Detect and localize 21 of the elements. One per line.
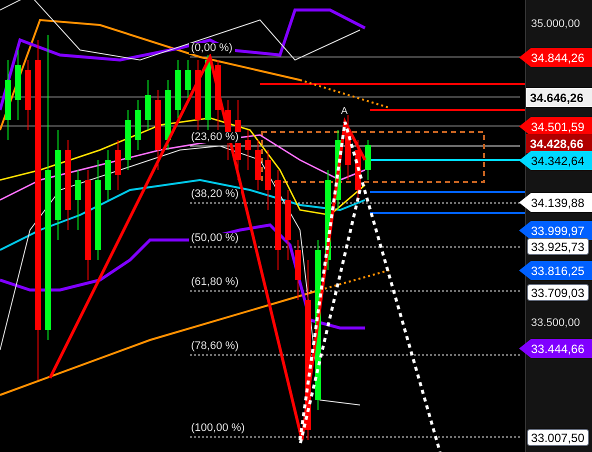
price-tick-label: 33.500,00 xyxy=(531,318,580,329)
fibonacci-label: (38,20 %) xyxy=(189,189,241,200)
price-marker: 34.428,66 xyxy=(526,134,592,153)
fibonacci-label: (23,60 %) xyxy=(189,132,241,143)
peak-label: A xyxy=(341,107,348,117)
price-marker: 33.999,97 xyxy=(519,221,592,240)
price-marker: 34.844,26 xyxy=(519,48,592,67)
fibonacci-label: (78,60 %) xyxy=(189,341,241,352)
price-marker: 33.925,73 xyxy=(527,238,589,255)
fibonacci-label: (100,00 %) xyxy=(189,423,247,434)
price-marker: 33.444,66 xyxy=(519,339,592,358)
price-tick-label: 35.000,00 xyxy=(531,19,580,30)
fibonacci-label: (61,80 %) xyxy=(189,277,241,288)
price-marker: 34.342,64 xyxy=(519,151,592,170)
price-marker: 33.007,50 xyxy=(527,429,589,446)
price-marker: 33.709,03 xyxy=(527,284,589,301)
price-marker: 33.816,25 xyxy=(519,261,592,280)
fibonacci-label: (50,00 %) xyxy=(189,233,241,244)
price-marker: 34.139,88 xyxy=(519,193,592,212)
price-marker: 34.646,26 xyxy=(526,88,592,107)
fibonacci-label: (0,00 %) xyxy=(189,43,235,54)
